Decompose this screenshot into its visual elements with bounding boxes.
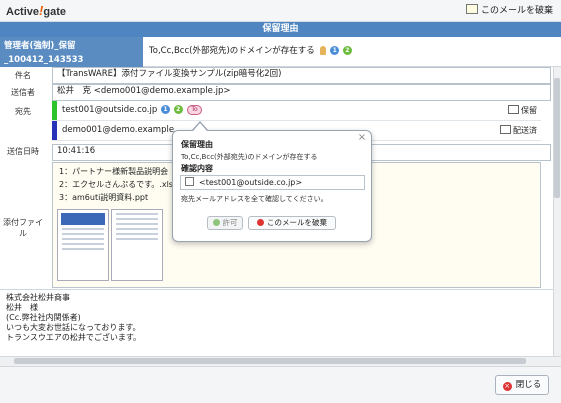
discard-mail-link[interactable]: このメールを破棄	[465, 4, 553, 18]
thumbnail-line	[116, 213, 158, 215]
thumbnail-line	[116, 223, 158, 225]
popup-pointer-fill	[193, 123, 207, 131]
to-type-badge: To	[187, 104, 202, 115]
delivered-action-label: 配送済	[513, 126, 537, 135]
subject-label: 件名	[15, 71, 31, 80]
badge-two-icon: 2	[173, 105, 183, 114]
hold-action-label: 保留	[521, 106, 537, 115]
mail-discard-icon	[465, 4, 478, 14]
horizontal-scroll-thumb[interactable]	[14, 358, 526, 364]
delivered-action[interactable]: 配送済	[500, 121, 537, 140]
attach-label: 添付ファイル	[3, 218, 43, 238]
attachment-item[interactable]: 3：am6uti説明資料.ppt	[59, 192, 148, 203]
thumbnail-line	[62, 238, 104, 240]
recipient-row[interactable]: test001@outside.co.jp 1 2 To 保留	[52, 101, 541, 121]
to-label: 宛先	[15, 107, 31, 116]
badge-one-icon: 1	[160, 105, 170, 114]
body-line: 松井 様	[6, 303, 38, 312]
recipient-status-bar	[52, 121, 57, 140]
thumbnail-line	[62, 228, 104, 230]
popup-confirm-title: 確認内容	[181, 164, 213, 173]
reason-text: To,Cc,Bcc(外部宛先)のドメインが存在する	[149, 46, 315, 56]
logo-text2: gate	[43, 6, 66, 18]
thumbnail-line	[116, 238, 158, 240]
badge-one-icon: 1	[330, 46, 340, 55]
body-line: (Cc.弊社社内関係者)	[6, 313, 81, 322]
thumbnail-line	[116, 228, 158, 230]
discard-mail-button[interactable]: このメールを破棄	[248, 216, 336, 230]
close-button[interactable]: × 閉じる	[495, 375, 549, 395]
body-line: いつも大変お世話になっております。	[6, 323, 141, 332]
from-label: 送信者	[11, 88, 35, 97]
thumbnail-line	[62, 248, 104, 250]
popup-title: 保留理由	[181, 140, 213, 149]
sender-cell-line2: _100412_143533	[4, 55, 84, 65]
sender-cell-line1: 管理者(強制)_保留	[4, 41, 76, 51]
badge-two-icon: 2	[342, 46, 352, 55]
confirm-address-checkbox[interactable]: <test001@outside.co.jp>	[180, 175, 365, 190]
mail-body: 株式会社松井商事 松井 様 (Cc.弊社社内関係者) いつも大変お世話になってお…	[0, 289, 553, 356]
activegate-logo: Active!gate	[6, 3, 66, 19]
allow-button-label: 許可	[222, 218, 238, 227]
title-bar: 保留理由	[0, 22, 561, 37]
reason-cell: To,Cc,Bcc(外部宛先)のドメインが存在する 1 2	[143, 37, 561, 67]
close-button-label: 閉じる	[515, 380, 542, 390]
close-icon: ×	[502, 382, 512, 391]
from-field: 松井 克 <demo001@demo.example.jp>	[52, 84, 551, 101]
checkbox-icon[interactable]	[185, 177, 194, 186]
discard-mail-link-label: このメールを破棄	[480, 6, 553, 16]
body-line: トランスウエアの松井でございます。	[6, 333, 142, 342]
thumbnail-line	[116, 218, 158, 220]
attachment-item[interactable]: 2：エクセルさんぷるです。.xls	[59, 179, 173, 190]
attachment-item[interactable]: 1：パートナー様新製品説明会（	[59, 166, 176, 177]
logo-text: Active	[6, 6, 40, 18]
thumbnail-line	[62, 233, 104, 235]
person-icon	[320, 46, 327, 55]
hold-action[interactable]: 保留	[508, 101, 537, 120]
confirm-address-label: <test001@outside.co.jp>	[199, 178, 303, 187]
recipient-address: test001@outside.co.jp 1 2 To	[62, 101, 202, 120]
footer-bar	[0, 366, 561, 403]
thumbnail-line	[62, 243, 104, 245]
check-icon	[212, 219, 220, 226]
subject-field: 【TransWARE】添付ファイル変換サンプル(zip暗号化2回)	[52, 67, 551, 84]
discard-mail-button-label: このメールを破棄	[267, 218, 327, 227]
close-icon	[257, 219, 264, 226]
attachment-thumbnail[interactable]	[111, 209, 163, 281]
popup-close-icon[interactable]: ×	[357, 133, 367, 143]
sender-cell: 管理者(強制)_保留 _100412_143533	[0, 37, 143, 67]
attachment-thumbnail[interactable]	[57, 209, 109, 281]
popup-note: 宛先メールアドレスを全て確認してください。	[181, 195, 328, 203]
date-label: 送信日時	[7, 147, 39, 156]
mail-hold-icon	[508, 105, 519, 114]
vertical-scroll-thumb[interactable]	[554, 78, 560, 198]
body-line: 株式会社松井商事	[6, 293, 70, 302]
recipient-address-text: test001@outside.co.jp	[62, 105, 158, 115]
recipient-status-bar	[52, 101, 57, 120]
allow-button[interactable]: 許可	[207, 216, 243, 230]
mail-delivered-icon	[500, 125, 511, 134]
popup-reason: To,Cc,Bcc(外部宛先)のドメインが存在する	[181, 153, 318, 161]
recipient-address: demo001@demo.example	[62, 125, 175, 135]
thumbnail-line	[116, 233, 158, 235]
thumbnail-header	[61, 213, 105, 225]
